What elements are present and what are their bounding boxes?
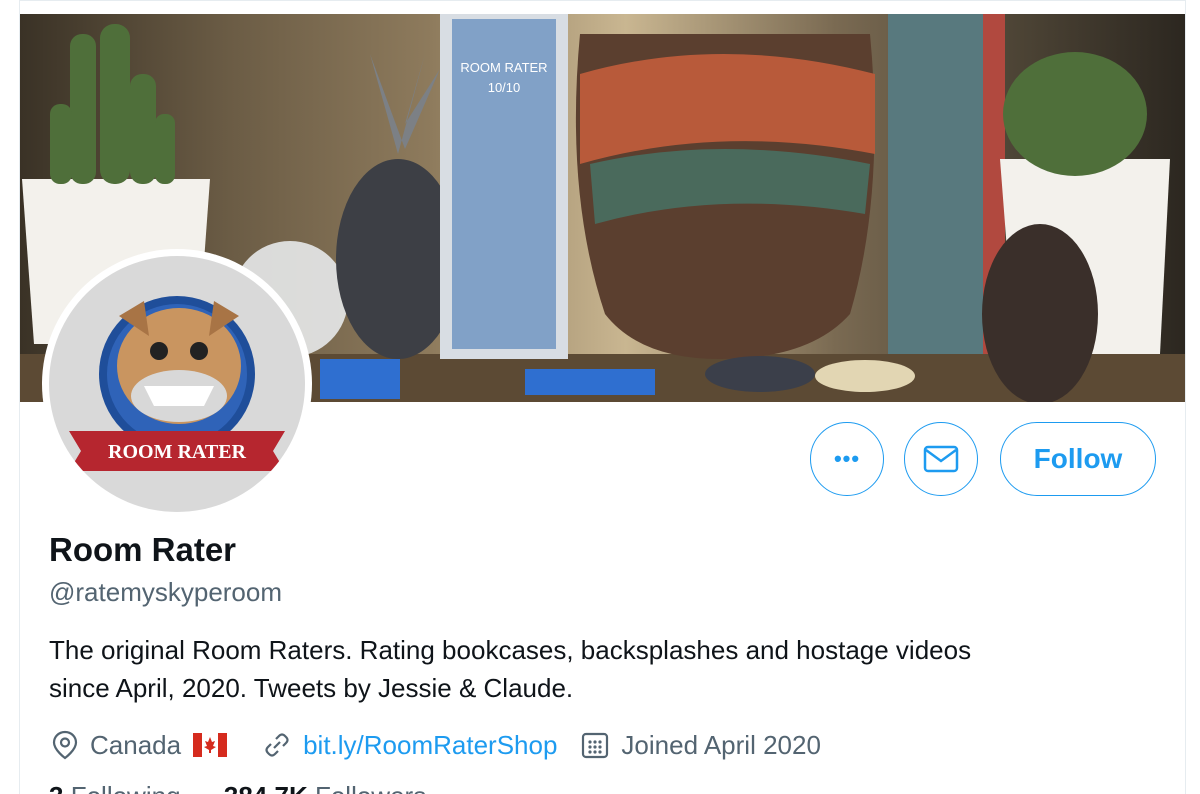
follow-button[interactable]: Follow — [1000, 422, 1156, 496]
link-icon — [265, 733, 289, 757]
avatar-image: ROOM RATER — [49, 256, 305, 512]
joined-text: Joined April 2020 — [621, 729, 821, 760]
bio-line: since April, 2020. Tweets by Jessie & Cl… — [49, 673, 574, 703]
more-options-button[interactable]: ••• — [810, 422, 884, 496]
banner-book-title: ROOM RATER — [460, 60, 547, 75]
followers-stat[interactable]: 384.7K Followers — [224, 781, 426, 794]
profile-meta: Canada bit.ly/RoomRaterShop Joined April… — [52, 727, 845, 763]
profile-card: ROOM RATER 10/10 ROOM RATER ••• Follow R… — [19, 0, 1186, 794]
location-text: Canada — [90, 729, 182, 760]
profile-bio: The original Room Raters. Rating bookcas… — [49, 631, 1149, 707]
followers-count: 384.7K — [224, 781, 308, 794]
profile-name: Room Rater — [49, 531, 237, 568]
location-item: Canada — [52, 730, 239, 761]
website-item[interactable]: bit.ly/RoomRaterShop — [263, 730, 557, 761]
canada-flag-icon — [193, 733, 228, 757]
website-link[interactable]: bit.ly/RoomRaterShop — [303, 730, 557, 761]
following-stat[interactable]: 3 Following — [49, 781, 181, 794]
followers-label: Followers — [315, 781, 426, 794]
banner-book-score: 10/10 — [488, 80, 521, 95]
calendar-icon — [582, 732, 609, 759]
joined-item: Joined April 2020 — [581, 729, 821, 761]
profile-stats: 3 Following 384.7K Followers — [49, 781, 426, 794]
bio-line: The original Room Raters. Rating bookcas… — [49, 635, 972, 665]
location-icon — [52, 730, 78, 760]
message-button[interactable] — [904, 422, 978, 496]
following-count: 3 — [49, 781, 63, 794]
mail-icon — [923, 445, 959, 473]
profile-avatar[interactable]: ROOM RATER — [42, 249, 312, 519]
profile-handle: @ratemyskyperoom — [49, 577, 283, 607]
more-icon: ••• — [833, 446, 861, 471]
avatar-logo-text: ROOM RATER — [108, 441, 247, 463]
following-label: Following — [71, 781, 181, 794]
